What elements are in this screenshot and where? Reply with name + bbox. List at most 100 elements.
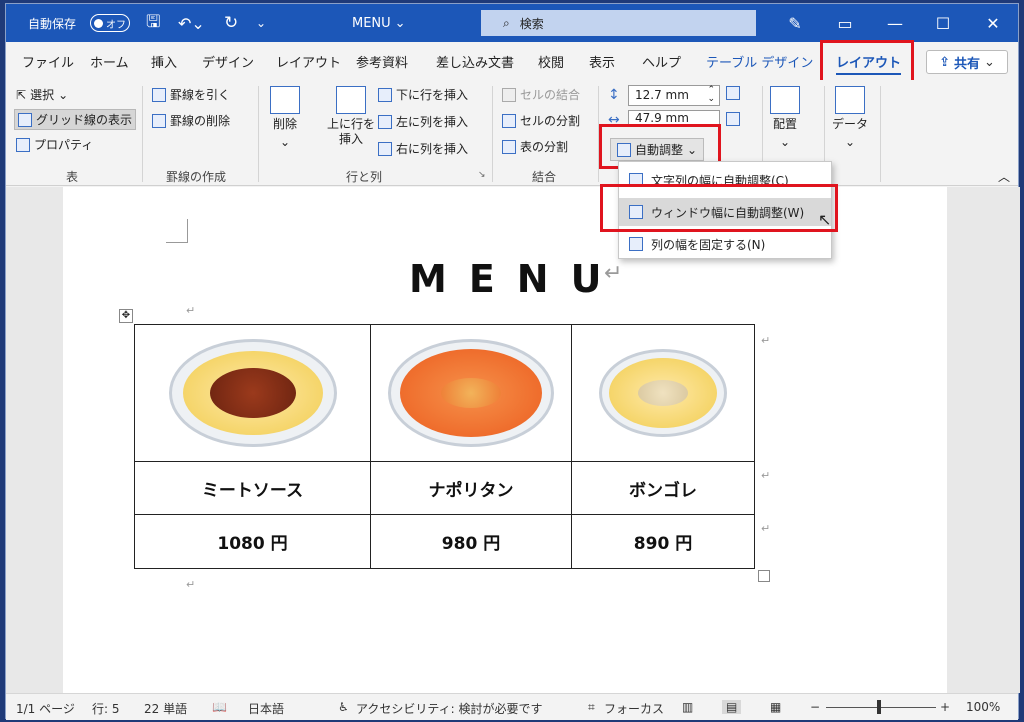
page-count[interactable]: 1/1 ページ [16,700,75,717]
table-cell-image[interactable] [134,324,371,462]
distribute-cols-icon[interactable] [726,112,740,126]
pen-icon[interactable]: ✎ [772,4,818,42]
table-cell-image[interactable] [370,324,572,462]
tab-table-design[interactable]: テーブル デザイン [706,52,813,71]
chevron-down-icon: ⌄ [844,135,856,149]
gridlines-button[interactable]: グリッド線の表示 [14,109,137,130]
menu-table[interactable]: ミートソース ナポリタン ボンゴレ 1080 円 980 円 890 円 [134,324,755,569]
autofit-button[interactable]: 自動調整 ⌄ [610,138,705,161]
read-mode-icon[interactable]: ▥ [682,700,693,714]
zoom-slider[interactable] [826,707,936,708]
price-cell[interactable]: 980 円 [370,514,572,569]
zoom-level[interactable]: 100% [966,700,1000,714]
tab-home[interactable]: ホーム [90,52,129,71]
book-icon[interactable]: 📖 [212,700,227,714]
paragraph-mark: ↵ [186,578,196,591]
meat-sauce-image [168,339,337,447]
distribute-rows-icon[interactable] [726,86,740,100]
autofit-window-item[interactable]: ウィンドウ幅に自動調整(W) [619,198,831,226]
vongole-image [599,349,727,437]
properties-button[interactable]: プロパティ [16,136,93,153]
word-count[interactable]: 22 単語 [144,700,187,717]
dish-name-cell[interactable]: ナポリタン [370,461,572,515]
split-cells-button[interactable]: セルの分割 [502,112,580,129]
minimize-icon[interactable]: — [872,4,918,42]
table-cell-image[interactable] [571,324,755,462]
tab-layout[interactable]: レイアウト [276,52,341,71]
delete-button[interactable]: 削除 ⌄ [270,86,300,150]
fixed-column-width-item[interactable]: 列の幅を固定する(N) [619,230,831,258]
row-height-value: 12.7 mm [635,88,689,102]
table-move-handle-icon[interactable]: ✥ [119,309,133,323]
line-number[interactable]: 行: 5 [92,700,120,717]
delete-label: 削除 [272,117,297,131]
spin-arrows-icon[interactable]: ⌃ ⌄ [707,86,715,104]
insert-above-label: 上に行を挿入 [326,117,375,146]
autofit-contents-item[interactable]: 文字列の幅に自動調整(C) [619,166,831,194]
zoom-out-icon[interactable]: − [810,700,820,714]
accessibility-status[interactable]: アクセシビリティ: 検討が必要です [356,700,543,717]
document-title[interactable]: MENU [409,257,623,301]
napolitan-image [388,339,554,447]
chevron-down-icon: ⌄ [279,135,291,149]
dish-name-cell[interactable]: ボンゴレ [571,461,755,515]
ribbon-tabs: ファイル ホーム 挿入 デザイン レイアウト 参考資料 差し込み文書 校閲 表示… [6,42,1018,80]
erase-border-button[interactable]: 罫線の削除 [152,112,230,129]
draw-border-button[interactable]: 罫線を引く [152,86,230,103]
focus-mode[interactable]: フォーカス [604,700,664,717]
collapse-ribbon-icon[interactable]: ︿ [998,168,1010,185]
split-table-button[interactable]: 表の分割 [502,138,568,155]
tab-review[interactable]: 校閲 [538,52,564,71]
dish-name-cell[interactable]: ミートソース [134,461,371,515]
redo-icon[interactable]: ↻ [224,4,238,42]
save-icon[interactable]: 🖫 [146,4,160,42]
qat-customize-icon[interactable]: ⌄ [256,4,266,42]
insert-right-button[interactable]: 右に列を挿入 [378,140,468,157]
dialog-launcher-icon[interactable]: ↘ [478,170,486,180]
margin-marker [166,219,188,243]
print-layout-icon[interactable]: ▤ [722,700,742,714]
insert-above-button[interactable]: 上に行を挿入 [324,86,378,147]
share-label: 共有 [953,56,980,72]
share-button[interactable]: ⇪ 共有 ⌄ [926,50,1008,74]
search-box[interactable]: ⌕ 検索 [481,10,756,36]
insert-right-label: 右に列を挿入 [396,142,469,156]
title-bar: 自動保存 オフ 🖫 ↶⌄ ↻ ⌄ MENU ⌄ ⌕ 検索 ✎ ▭ — ☐ ✕ [6,4,1018,42]
select-button[interactable]: ⇱ 選択 ⌄ [16,86,68,103]
language[interactable]: 日本語 [248,700,284,717]
tab-insert[interactable]: 挿入 [151,52,177,71]
tab-references[interactable]: 参考資料 [356,52,408,71]
undo-icon[interactable]: ↶⌄ [178,4,205,42]
menu-item-label: ウィンドウ幅に自動調整(W) [651,205,805,220]
table-row: ミートソース ナポリタン ボンゴレ [134,461,755,515]
alignment-button[interactable]: 配置 ⌄ [770,86,800,150]
price-cell[interactable]: 1080 円 [134,514,371,569]
end-of-row-mark: ↵ [761,469,771,482]
data-button[interactable]: データ ⌄ [832,86,868,150]
col-width-input[interactable]: 47.9 mm [628,110,720,126]
tab-table-layout[interactable]: レイアウト [836,52,902,75]
insert-below-button[interactable]: 下に行を挿入 [378,86,468,103]
zoom-in-icon[interactable]: + [940,700,950,714]
ribbon-display-icon[interactable]: ▭ [822,4,868,42]
tab-view[interactable]: 表示 [589,52,615,71]
tab-help[interactable]: ヘルプ [642,52,681,71]
merge-cells-button[interactable]: セルの結合 [502,86,580,103]
tab-file[interactable]: ファイル [22,52,74,71]
row-height-input[interactable]: 12.7 mm ⌃ ⌄ [628,85,720,106]
price-cell[interactable]: 890 円 [571,514,755,569]
autosave-toggle[interactable]: オフ [90,4,130,42]
zoom-slider-thumb[interactable] [877,700,881,714]
table-resize-handle-icon[interactable] [758,570,770,582]
insert-left-button[interactable]: 左に列を挿入 [378,113,468,130]
doc-title-menu[interactable]: MENU ⌄ [352,4,406,42]
web-layout-icon[interactable]: ▦ [770,700,781,714]
pencil-table-icon [152,87,166,102]
draw-border-label: 罫線を引く [170,88,231,102]
autofit-icon [617,142,631,157]
close-icon[interactable]: ✕ [970,4,1016,42]
insert-above-icon [336,86,366,114]
maximize-icon[interactable]: ☐ [920,4,966,42]
tab-mailings[interactable]: 差し込み文書 [436,52,514,71]
tab-design[interactable]: デザイン [202,52,254,71]
